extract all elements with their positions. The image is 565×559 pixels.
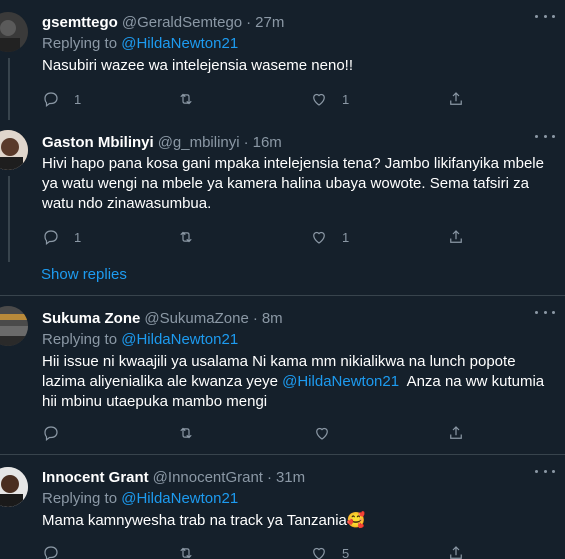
replying-to-label: Replying to	[42, 331, 118, 348]
display-name[interactable]: gsemttego	[42, 14, 118, 31]
reply-icon	[44, 426, 58, 441]
like-icon	[313, 231, 325, 244]
replying-to-label: Replying to	[42, 490, 118, 507]
display-name[interactable]: Innocent Grant	[42, 469, 149, 486]
share-icon	[450, 230, 462, 243]
retweet-button[interactable]	[177, 544, 209, 559]
timestamp[interactable]: 27m	[255, 14, 284, 31]
timestamp[interactable]: 8m	[262, 310, 283, 327]
reply-feed: gsemttego @GeraldSemtego · 27m Replying …	[0, 0, 565, 559]
tweet-text: Hii issue ni kwaajili ya usalama Ni kama…	[42, 352, 553, 412]
replying-to: Replying to @HildaNewton21	[42, 330, 553, 350]
separator: ·	[246, 13, 252, 31]
user-handle[interactable]: @SukumaZone	[144, 310, 248, 327]
replying-to: Replying to @HildaNewton21	[42, 489, 553, 509]
like-count: 5	[342, 545, 350, 559]
reply-count: 1	[74, 229, 82, 245]
reply-button[interactable]	[42, 424, 74, 442]
retweet-button[interactable]	[177, 228, 209, 246]
action-bar: 1 1	[42, 227, 472, 247]
like-button[interactable]: 1	[310, 90, 349, 108]
more-icon[interactable]	[535, 132, 555, 140]
thread-line	[8, 58, 10, 120]
show-replies-link[interactable]: Show replies	[41, 266, 127, 283]
separator: ·	[243, 133, 249, 151]
user-handle[interactable]: @g_mbilinyi	[158, 134, 240, 151]
more-icon[interactable]	[535, 467, 555, 475]
reply-count: 1	[74, 91, 82, 107]
reply-icon	[44, 546, 58, 559]
share-button[interactable]	[447, 544, 465, 559]
avatar[interactable]	[0, 467, 28, 507]
tweet-text-line: watu ndo zinawasumbua.	[42, 195, 212, 212]
user-handle[interactable]: @GeraldSemtego	[122, 14, 242, 31]
timestamp[interactable]: 31m	[276, 469, 305, 486]
tweet-text-segment: Anza na ww kutumia	[399, 373, 545, 390]
more-icon[interactable]	[535, 12, 555, 20]
tweet-gaston-mbilinyi[interactable]: Gaston Mbilinyi @g_mbilinyi · 16m Hivi h…	[0, 120, 565, 296]
mention-link[interactable]: @HildaNewton21	[282, 373, 399, 390]
reply-icon	[44, 92, 58, 107]
like-icon	[316, 427, 328, 440]
tweet-sukuma-zone[interactable]: Sukuma Zone @SukumaZone · 8m Replying to…	[0, 296, 565, 454]
reply-button[interactable]: 1	[42, 228, 81, 246]
mention-link[interactable]: @HildaNewton21	[121, 35, 238, 52]
like-icon	[313, 547, 325, 559]
reply-button[interactable]: 1	[42, 90, 81, 108]
tweet-innocent-grant[interactable]: Innocent Grant @InnocentGrant · 31m Repl…	[0, 455, 565, 559]
tweet-text-line: ya watu wengi na mbele ya kamera halina …	[42, 175, 529, 192]
tweet-text: Mama kamnywesha trab na track ya Tanzani…	[42, 511, 553, 531]
reply-icon	[44, 230, 58, 245]
tweet-text: Hivi hapo pana kosa gani mpaka intelejen…	[42, 154, 553, 214]
more-icon[interactable]	[535, 308, 555, 316]
share-button[interactable]	[447, 228, 465, 246]
reply-button[interactable]	[42, 544, 74, 559]
avatar[interactable]	[0, 130, 28, 170]
like-button[interactable]: 1	[310, 228, 349, 246]
tweet-text-line: Hivi hapo pana kosa gani mpaka intelejen…	[42, 155, 544, 172]
smiling-face-with-hearts-emoji: 🥰	[346, 512, 366, 529]
tweet-gsemttego[interactable]: gsemttego @GeraldSemtego · 27m Replying …	[0, 0, 565, 120]
share-icon	[450, 426, 462, 439]
action-bar: 1 1	[42, 89, 472, 109]
share-button[interactable]	[447, 90, 465, 108]
share-button[interactable]	[447, 424, 465, 442]
retweet-icon	[180, 231, 192, 243]
retweet-icon	[180, 427, 192, 439]
retweet-button[interactable]	[177, 424, 209, 442]
separator: ·	[266, 468, 272, 486]
share-icon	[450, 92, 462, 105]
avatar[interactable]	[0, 306, 28, 346]
like-icon	[313, 93, 325, 106]
timestamp[interactable]: 16m	[253, 134, 282, 151]
retweet-button[interactable]	[177, 90, 209, 108]
action-bar	[42, 423, 472, 443]
like-count: 1	[342, 91, 350, 107]
retweet-icon	[180, 93, 192, 105]
like-button[interactable]	[313, 424, 345, 442]
share-icon	[450, 546, 462, 559]
display-name[interactable]: Gaston Mbilinyi	[42, 134, 154, 151]
tweet-text-line: hii mbinu utaepuka mambo mengi	[42, 393, 268, 410]
tweet-text-line: lazima aliyenialika ale kwanza yeye @Hil…	[42, 372, 553, 392]
user-handle[interactable]: @InnocentGrant	[153, 469, 263, 486]
like-button[interactable]: 5	[310, 544, 349, 559]
mention-link[interactable]: @HildaNewton21	[121, 331, 238, 348]
tweet-text-segment: lazima aliyenialika ale kwanza yeye	[42, 373, 283, 390]
action-bar: 5	[42, 543, 472, 559]
tweet-text-segment: Mama kamnywesha trab na track ya Tanzani…	[42, 512, 347, 529]
avatar[interactable]	[0, 12, 28, 52]
display-name[interactable]: Sukuma Zone	[42, 310, 140, 327]
replying-to-label: Replying to	[42, 35, 118, 52]
mention-link[interactable]: @HildaNewton21	[121, 490, 238, 507]
thread-line	[8, 176, 10, 262]
replying-to: Replying to @HildaNewton21	[42, 34, 553, 54]
tweet-text-line: Hii issue ni kwaajili ya usalama Ni kama…	[42, 353, 516, 370]
like-count: 1	[342, 229, 350, 245]
retweet-icon	[180, 547, 192, 559]
separator: ·	[252, 309, 258, 327]
tweet-text: Nasubiri wazee wa intelejensia waseme ne…	[42, 57, 354, 74]
